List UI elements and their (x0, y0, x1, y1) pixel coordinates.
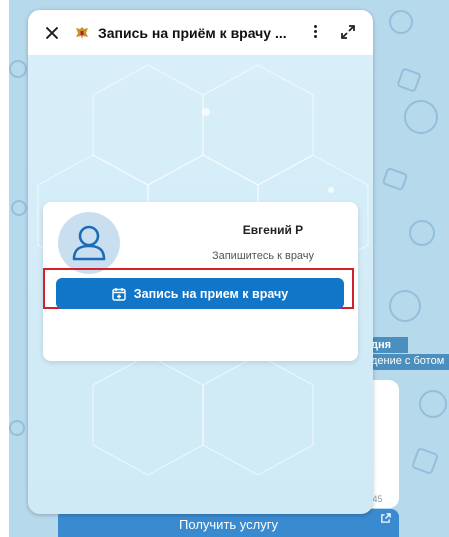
user-hint: Запишитесь к врачу (211, 250, 315, 262)
window-title: Запись на приём к врачу ... (98, 24, 287, 41)
calendar-add-icon (112, 287, 126, 301)
book-appointment-button[interactable]: Запись на прием к врачу (56, 278, 344, 309)
more-vertical-icon[interactable] (314, 25, 318, 39)
service-message: дение с ботом (368, 354, 449, 370)
doodle-decoration (381, 166, 409, 192)
doodle-decoration (11, 200, 27, 216)
doodle-decoration (389, 290, 421, 322)
user-icon (58, 212, 120, 274)
book-appointment-label: Запись на прием к врачу (133, 286, 289, 301)
doodle-decoration (410, 446, 440, 476)
doodle-decoration (9, 60, 27, 78)
coat-of-arms-icon (76, 26, 88, 39)
doodle-decoration (409, 220, 435, 246)
title-bar: Запись на приём к врачу ... (28, 10, 373, 55)
doodle-decoration (9, 420, 25, 436)
open-external-icon (380, 513, 391, 527)
doodle-decoration (389, 10, 413, 34)
close-icon[interactable] (45, 26, 59, 40)
mini-app-window: Запись на приём к врачу ... Евгений Р За… (28, 10, 373, 514)
date-separator: дня (368, 337, 408, 353)
doodle-decoration (404, 100, 438, 134)
user-name: Евгений Р (242, 223, 304, 237)
profile-card: Евгений Р Запишитесь к врачу Запись на п… (43, 202, 358, 361)
get-service-label: Получить услугу (179, 517, 278, 532)
doodle-decoration (396, 67, 422, 93)
doodle-decoration (419, 390, 447, 418)
expand-icon[interactable] (339, 23, 357, 41)
